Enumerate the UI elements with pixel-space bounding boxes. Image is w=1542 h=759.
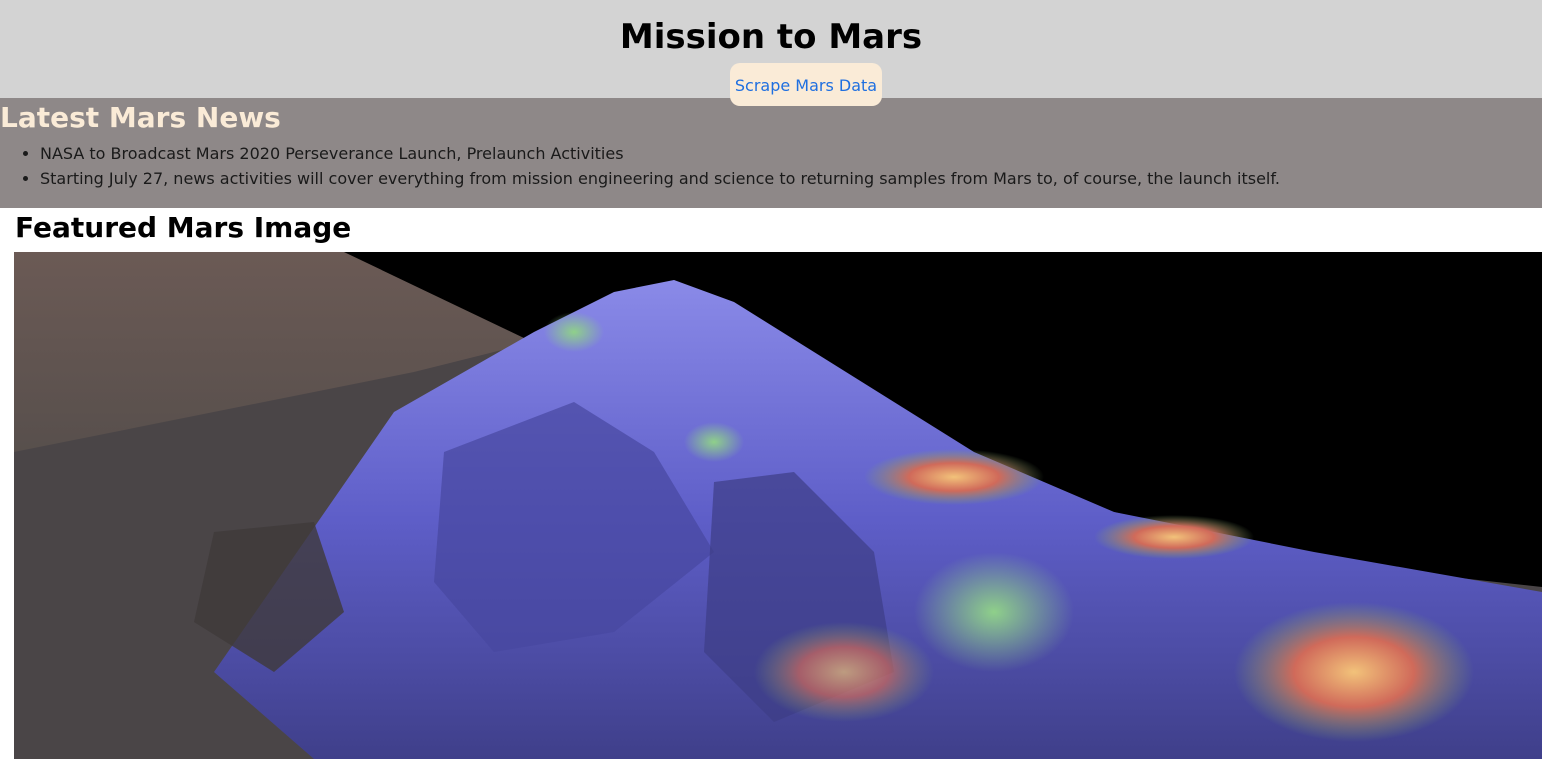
latest-news-section: Latest Mars News NASA to Broadcast Mars … [0, 98, 1542, 208]
featured-image-heading: Featured Mars Image [15, 211, 352, 244]
news-title-item: NASA to Broadcast Mars 2020 Perseverance… [40, 141, 1280, 166]
news-heading: Latest Mars News [0, 101, 281, 134]
mars-terrain-icon [14, 252, 1542, 759]
news-paragraph-item: Starting July 27, news activities will c… [40, 166, 1280, 191]
scrape-mars-data-button[interactable]: Scrape Mars Data [730, 63, 882, 106]
page-title: Mission to Mars [619, 17, 923, 57]
featured-mars-image [14, 252, 1542, 759]
news-list: NASA to Broadcast Mars 2020 Perseverance… [0, 141, 1280, 191]
